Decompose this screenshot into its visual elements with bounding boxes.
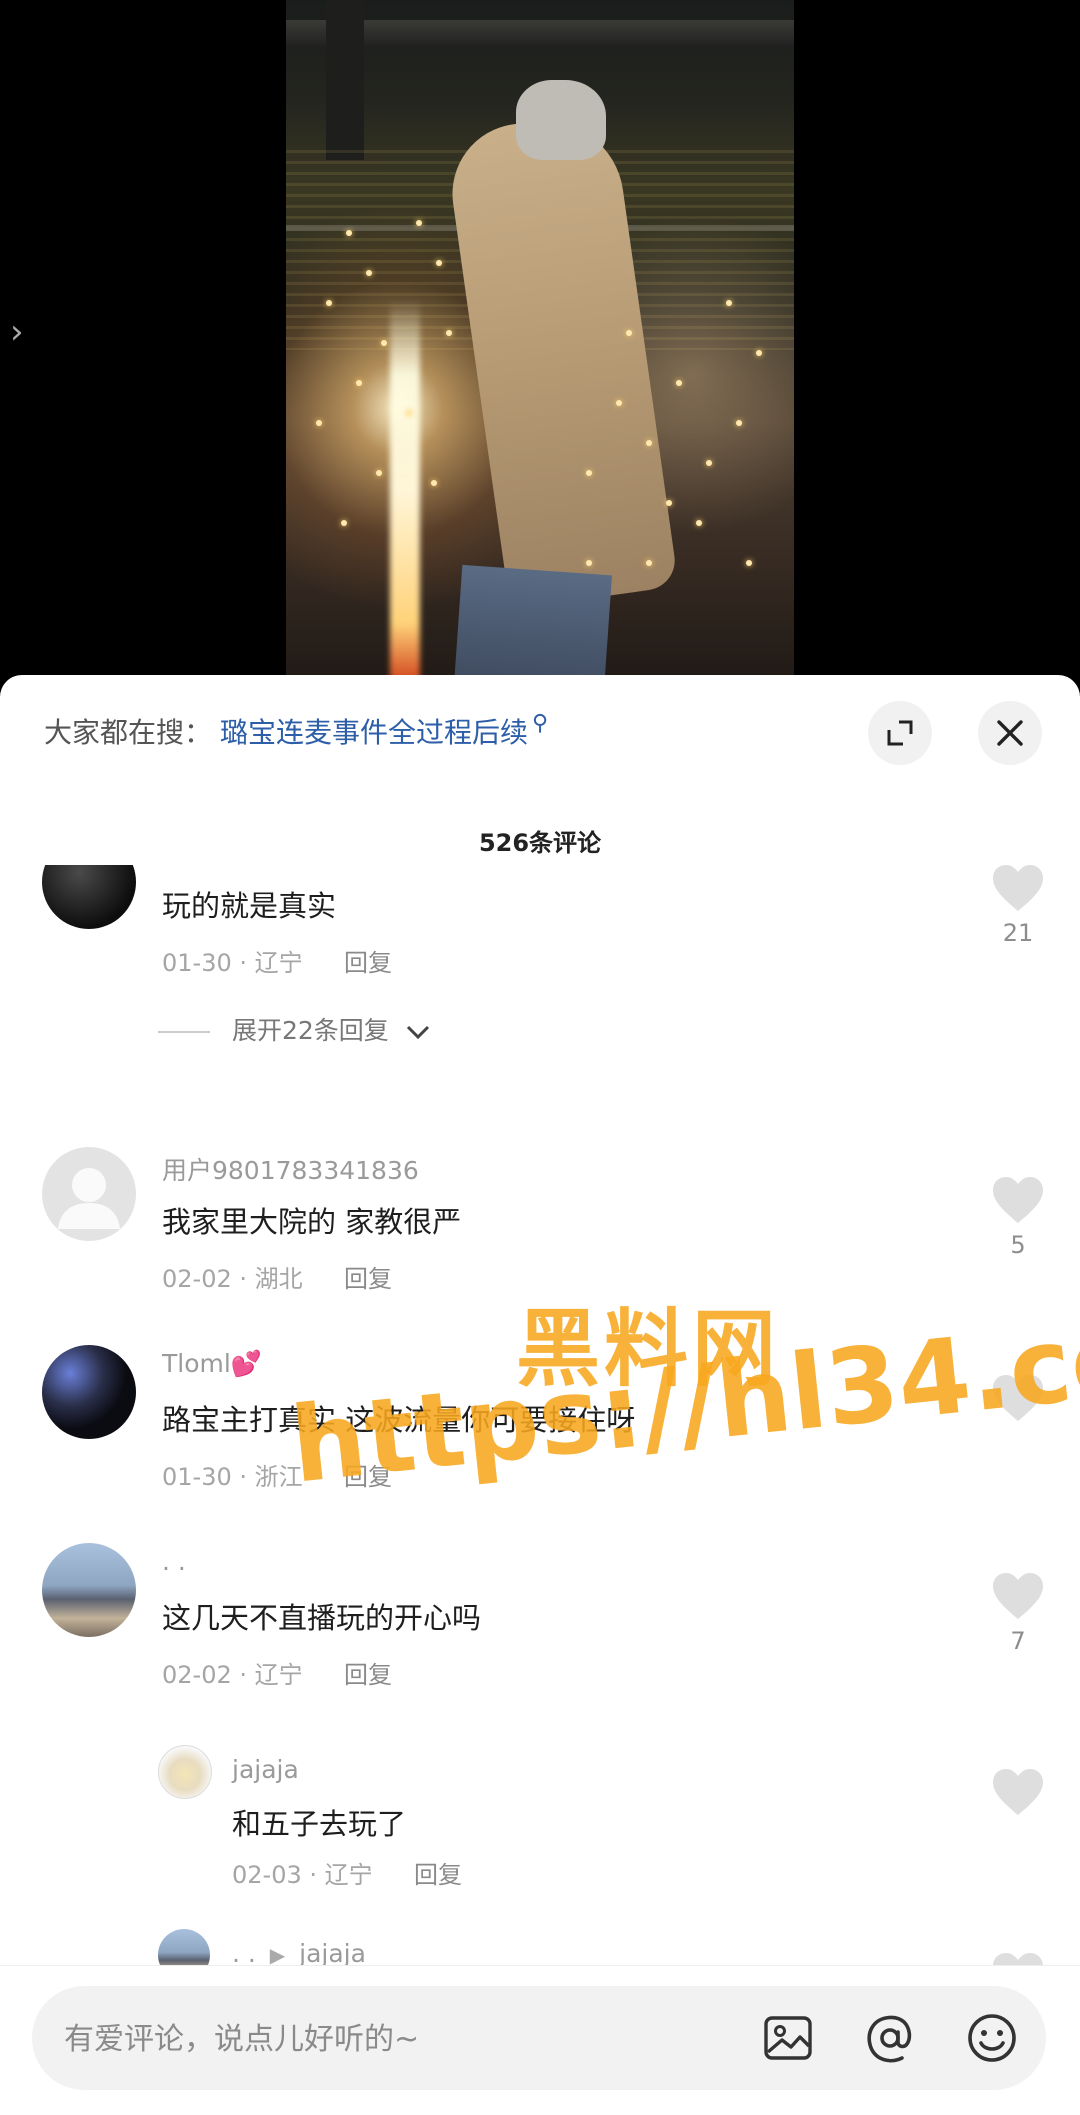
spark <box>406 410 412 416</box>
spark <box>626 330 632 336</box>
video-person-head <box>516 80 606 160</box>
spark <box>356 380 362 386</box>
reply-target[interactable]: jajaja <box>299 1939 366 1968</box>
avatar[interactable] <box>42 1345 136 1439</box>
like-button[interactable]: 5 <box>988 1175 1048 1259</box>
divider-line <box>158 1031 210 1033</box>
reply-username[interactable]: . . ▶ jajaja <box>232 1939 366 1968</box>
reply-arrow-icon: ▶ <box>269 1943 286 1967</box>
close-button[interactable] <box>978 701 1042 765</box>
spark <box>746 560 752 566</box>
spark <box>381 340 387 346</box>
video-player[interactable]: › <box>0 0 1080 680</box>
like-button[interactable]: 21 <box>988 865 1048 947</box>
spark <box>376 470 382 476</box>
reply-username[interactable]: jajaja <box>232 1755 299 1784</box>
like-count: 5 <box>1010 1231 1026 1259</box>
spark <box>326 300 332 306</box>
chevron-down-icon <box>406 1025 429 1040</box>
comment-input[interactable] <box>62 1986 706 2092</box>
at-icon[interactable] <box>862 2010 918 2066</box>
chevron-left-icon[interactable]: › <box>10 314 40 350</box>
comment-meta: 02-02 · 辽宁 <box>162 1661 303 1689</box>
reply-button[interactable]: 回复 <box>344 1655 392 1690</box>
spark <box>446 330 452 336</box>
comment-username[interactable]: 用户9801783341836 <box>162 1151 419 1187</box>
spark <box>676 380 682 386</box>
spark <box>706 460 712 466</box>
spark <box>346 230 352 236</box>
spark <box>646 440 652 446</box>
comment-text: 我家里大院的 家教很严 <box>162 1205 462 1239</box>
reply-meta: 02-03 · 辽宁 <box>232 1861 373 1889</box>
reply-author[interactable]: . . <box>232 1939 256 1968</box>
video-pillar <box>326 0 364 160</box>
spark <box>616 400 622 406</box>
comments-list[interactable]: 玩的就是真实 01-30 · 辽宁 回复 21 展开22条回复 用户980178… <box>0 865 1080 2114</box>
avatar[interactable] <box>42 1147 136 1241</box>
like-count: 21 <box>1002 919 1034 947</box>
like-button[interactable] <box>988 1767 1048 1817</box>
comment-text: 玩的就是真实 <box>162 889 337 923</box>
like-button[interactable]: 7 <box>988 1571 1048 1655</box>
spark <box>431 480 437 486</box>
spark <box>646 560 652 566</box>
heart-icon <box>993 1177 1043 1223</box>
trending-search-query[interactable]: 璐宝连麦事件全过程后续 <box>220 716 528 749</box>
trending-search-bar: 大家都在搜： 璐宝连麦事件全过程后续 ⚲ <box>0 675 1080 785</box>
comment-input-bar <box>0 1965 1080 2115</box>
expand-replies-label[interactable]: 展开22条回复 <box>232 1016 389 1045</box>
comment-input-box[interactable] <box>32 1986 1046 2092</box>
spark <box>756 350 762 356</box>
comment-count: 526条评论 <box>478 829 602 857</box>
default-avatar-icon <box>58 1168 120 1229</box>
reply-button[interactable]: 回复 <box>414 1855 462 1890</box>
spark <box>736 420 742 426</box>
expand-icon <box>887 720 913 746</box>
spark <box>316 420 322 426</box>
spark <box>436 260 442 266</box>
comment-username[interactable]: . . <box>162 1547 186 1576</box>
expand-button[interactable] <box>868 701 932 765</box>
spark <box>366 270 372 276</box>
close-icon <box>997 720 1023 746</box>
emoji-icon[interactable] <box>964 2010 1020 2066</box>
spark <box>726 300 732 306</box>
comment-username[interactable]: Tloml💕 <box>162 1349 262 1379</box>
reply-button[interactable]: 回复 <box>344 943 392 978</box>
spark <box>416 220 422 226</box>
comment-text: 这几天不直播玩的开心吗 <box>162 1601 482 1635</box>
comment-meta: 02-02 · 湖北 <box>162 1265 303 1293</box>
trending-search-prefix: 大家都在搜： <box>44 716 213 749</box>
image-icon[interactable] <box>760 2010 816 2066</box>
spark <box>341 520 347 526</box>
heart-icon <box>993 1769 1043 1815</box>
like-count: 7 <box>1010 1627 1026 1655</box>
reply-text: 和五子去玩了 <box>232 1807 407 1841</box>
spark <box>696 520 702 526</box>
reply-button[interactable]: 回复 <box>344 1259 392 1294</box>
spark <box>586 470 592 476</box>
search-icon: ⚲ <box>532 711 549 736</box>
avatar[interactable] <box>42 865 136 929</box>
avatar[interactable] <box>158 1745 212 1799</box>
video-sparkler <box>390 300 420 680</box>
trending-search-link[interactable]: 璐宝连麦事件全过程后续 ⚲ <box>220 711 548 751</box>
expand-replies-button[interactable]: 展开22条回复 <box>158 1011 431 1047</box>
comment-meta: 01-30 · 辽宁 <box>162 949 303 977</box>
heart-icon <box>993 1573 1043 1619</box>
comment-meta: 01-30 · 浙江 <box>162 1463 303 1491</box>
heart-icon <box>993 865 1043 911</box>
spark <box>586 560 592 566</box>
spark <box>666 500 672 506</box>
video-person-legs <box>453 564 613 680</box>
video-frame[interactable] <box>286 0 794 680</box>
avatar[interactable] <box>42 1543 136 1637</box>
